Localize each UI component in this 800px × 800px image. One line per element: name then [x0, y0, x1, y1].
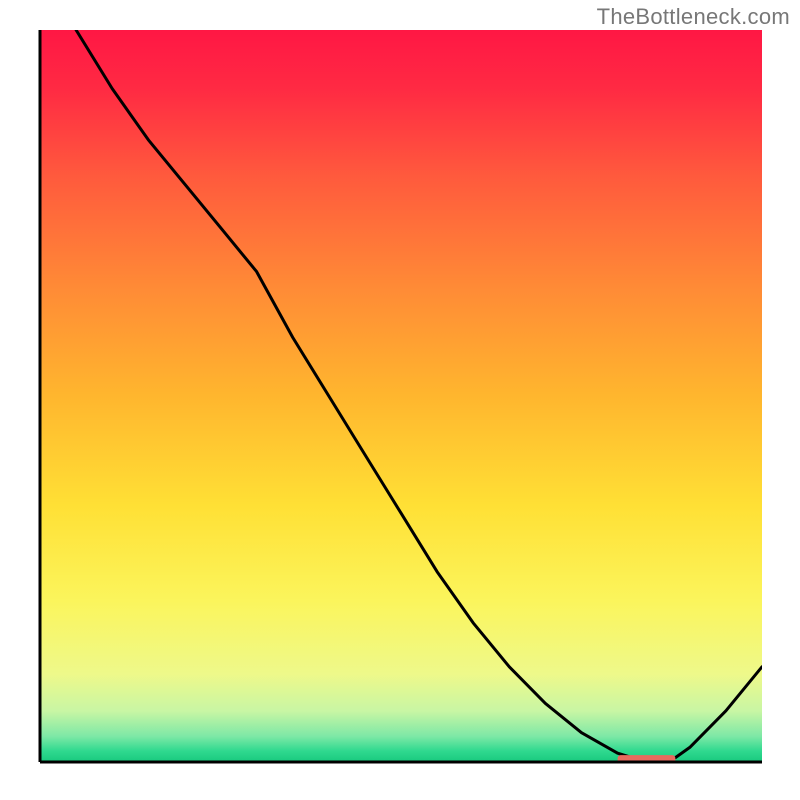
watermark-text: TheBottleneck.com: [597, 4, 790, 30]
bottleneck-chart: [0, 0, 800, 800]
